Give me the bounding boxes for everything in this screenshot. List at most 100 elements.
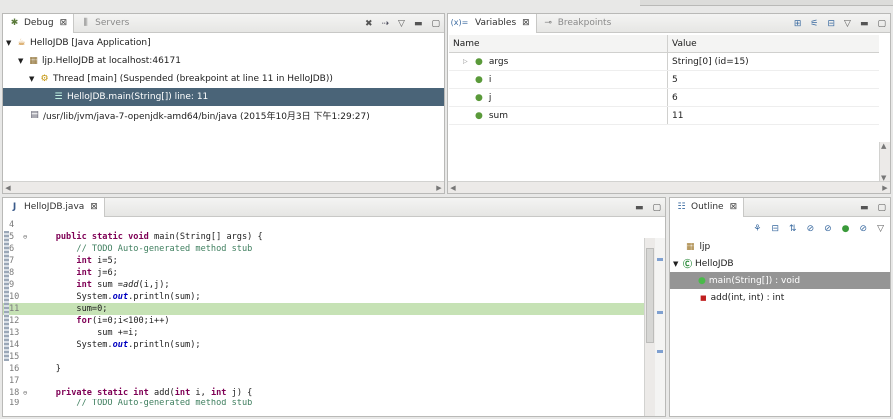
maximize-icon[interactable]: ▢ — [877, 19, 886, 29]
tree-item-vm[interactable]: ▼ ▦ ljp.HelloJDB at localhost:46171 — [3, 52, 444, 70]
tree-item-frame[interactable]: ☰ HelloJDB.main(String[]) line: 11 — [3, 88, 444, 106]
code-line: 13 sum +=i; — [3, 327, 645, 339]
code-line: 9 int sum =add(i,j); — [3, 279, 645, 291]
show-logical-structure-icon[interactable]: ⚟ — [810, 19, 818, 29]
code-area[interactable]: 4 5 public static void main(String[] arg… — [3, 219, 645, 407]
scroll-right-icon[interactable]: ▶ — [434, 182, 444, 193]
maximize-icon[interactable]: ▢ — [877, 203, 886, 213]
show-type-names-icon[interactable]: ⊞ — [794, 19, 802, 29]
close-icon[interactable]: ⊠ — [522, 18, 530, 28]
outline-item-method-main[interactable]: ● main(String[]) : void — [670, 272, 890, 289]
tab-servers-label: Servers — [95, 18, 130, 28]
hide-local-types-icon[interactable]: ⊘ — [860, 224, 868, 234]
collapse-icon[interactable]: ▼ — [673, 260, 683, 268]
scroll-left-icon[interactable]: ◀ — [448, 182, 458, 193]
vertical-scrollbar[interactable]: ▲ ▼ — [879, 142, 890, 182]
tab-variables[interactable]: (x)= Variables ⊠ — [448, 13, 537, 33]
minimize-icon[interactable]: ▬ — [860, 203, 869, 213]
table-row[interactable]: ● j 6 — [449, 89, 879, 107]
overview-marker[interactable] — [657, 311, 663, 314]
collapse-all-icon[interactable]: ⊟ — [828, 19, 836, 29]
collapse-icon[interactable]: ▼ — [18, 57, 28, 65]
variable-name-cell: ● j — [449, 89, 668, 106]
package-icon: ▦ — [686, 241, 695, 252]
tree-item-label: HelloJDB.main(String[]) line: 11 — [67, 92, 209, 102]
code-line: 6 // TODO Auto-generated method stub — [3, 243, 645, 255]
field-icon: ● — [475, 92, 483, 103]
view-menu-icon[interactable]: ▽ — [877, 224, 884, 234]
table-header: Name Value — [449, 35, 879, 53]
collapse-all-icon[interactable]: ⊟ — [771, 224, 779, 234]
expand-icon[interactable]: ▷ — [463, 58, 475, 65]
tab-outline[interactable]: ☷ Outline ⊠ — [670, 197, 745, 217]
outline-item-class[interactable]: ▼ Ⓒ HelloJDB — [670, 255, 890, 272]
table-row[interactable]: ● sum 11 — [449, 107, 879, 125]
tree-item-app[interactable]: ▼ ☕ HelloJDB [Java Application] — [3, 34, 444, 52]
horizontal-scrollbar[interactable]: ◀ ▶ — [448, 181, 890, 193]
table-row[interactable]: ● i 5 — [449, 71, 879, 89]
focus-icon[interactable]: ⚘ — [753, 224, 761, 234]
breakpoint-ruler[interactable] — [4, 231, 9, 361]
minimize-icon[interactable]: ▬ — [635, 203, 644, 213]
code-text: } — [35, 364, 61, 374]
maximize-icon[interactable]: ▢ — [652, 203, 661, 213]
fold-icon[interactable]: ⊖ — [23, 389, 27, 397]
hide-non-public-icon[interactable]: ● — [842, 224, 850, 234]
tree-item-thread[interactable]: ▼ ⚙ Thread [main] (Suspended (breakpoint… — [3, 70, 444, 88]
variable-name: j — [488, 92, 492, 103]
column-header-name[interactable]: Name — [449, 35, 668, 52]
tree-item-label: ljp.HelloJDB at localhost:46171 — [42, 56, 181, 66]
overview-marker[interactable] — [657, 258, 663, 261]
minimize-icon[interactable]: ▬ — [860, 19, 869, 29]
tree-item-process[interactable]: ▤ /usr/lib/jvm/java-7-openjdk-amd64/bin/… — [3, 106, 444, 124]
column-header-value[interactable]: Value — [668, 35, 879, 52]
outline-item-method-add[interactable]: ■ add(int, int) : int — [670, 289, 890, 306]
outline-item-package[interactable]: ▦ ljp — [670, 238, 890, 255]
close-icon[interactable]: ⊠ — [730, 202, 738, 212]
outline-tabbar: ☷ Outline ⊠ ▬ ▢ — [670, 197, 890, 217]
tab-hellojdb-java[interactable]: J HelloJDB.java ⊠ — [3, 197, 105, 217]
hide-fields-icon[interactable]: ⊘ — [807, 224, 815, 234]
class-icon: Ⓒ — [683, 260, 693, 270]
code-line: 4 — [3, 219, 645, 231]
collapse-icon[interactable]: ▼ — [6, 39, 16, 47]
fold-icon[interactable]: ⊖ — [23, 233, 27, 241]
variable-value: 6 — [672, 92, 678, 103]
code-text: int j=6; — [76, 268, 118, 278]
code-line: 12 for(i=0;i<100;i++) — [3, 315, 645, 327]
sort-icon[interactable]: ⇅ — [789, 224, 797, 234]
view-menu-icon[interactable]: ▽ — [844, 19, 851, 29]
collapse-icon[interactable]: ▼ — [29, 75, 39, 83]
tab-editor-label: HelloJDB.java — [24, 202, 85, 212]
scroll-left-icon[interactable]: ◀ — [3, 182, 13, 193]
tab-debug[interactable]: ✱ Debug ⊠ — [3, 13, 75, 33]
minimize-icon[interactable]: ▬ — [414, 19, 423, 29]
view-menu-icon[interactable]: ▽ — [398, 19, 405, 29]
code-text: // TODO Auto-generated method stub — [35, 399, 253, 407]
remove-terminated-icon[interactable]: ✖ — [365, 19, 373, 29]
overview-marker[interactable] — [657, 350, 663, 353]
code-text: public static void main(String[] args) { — [55, 232, 263, 242]
scroll-thumb[interactable] — [646, 248, 654, 343]
close-icon[interactable]: ⊠ — [90, 202, 98, 212]
close-icon[interactable]: ⊠ — [60, 18, 68, 28]
debug-tree: ▼ ☕ HelloJDB [Java Application] ▼ ▦ ljp.… — [3, 34, 444, 124]
variable-name-cell: ● sum — [449, 107, 668, 124]
skip-breakpoints-icon[interactable]: ⇢ — [382, 19, 390, 29]
scroll-right-icon[interactable]: ▶ — [880, 182, 890, 193]
tab-breakpoints[interactable]: ⊸ Breakpoints — [537, 14, 618, 33]
hide-static-icon[interactable]: ⊘ — [824, 224, 832, 234]
table-row[interactable]: ▷ ● args String[0] (id=15) — [449, 53, 879, 71]
code-text: private static int add(int i, int j) { — [55, 388, 253, 398]
outline-view-toolbar: ▬ ▢ — [860, 198, 886, 217]
code-line: 18 private static int add(int i, int j) … — [3, 387, 645, 399]
outline-view: ☷ Outline ⊠ ▬ ▢ ⚘ ⊟ ⇅ ⊘ ⊘ ● ⊘ ▽ ▦ ljp ▼ … — [669, 197, 891, 417]
maximize-icon[interactable]: ▢ — [431, 19, 440, 29]
variables-view: (x)= Variables ⊠ ⊸ Breakpoints ⊞ ⚟ ⊟ ▽ ▬… — [447, 13, 891, 194]
vertical-scrollbar[interactable] — [644, 238, 655, 416]
scroll-up-icon[interactable]: ▲ — [881, 142, 886, 150]
field-icon: ● — [475, 110, 483, 121]
horizontal-scrollbar[interactable]: ◀ ▶ — [3, 181, 444, 193]
code-text: int sum =add(i,j); — [76, 280, 170, 290]
tab-servers[interactable]: ⫼ Servers — [74, 14, 135, 33]
